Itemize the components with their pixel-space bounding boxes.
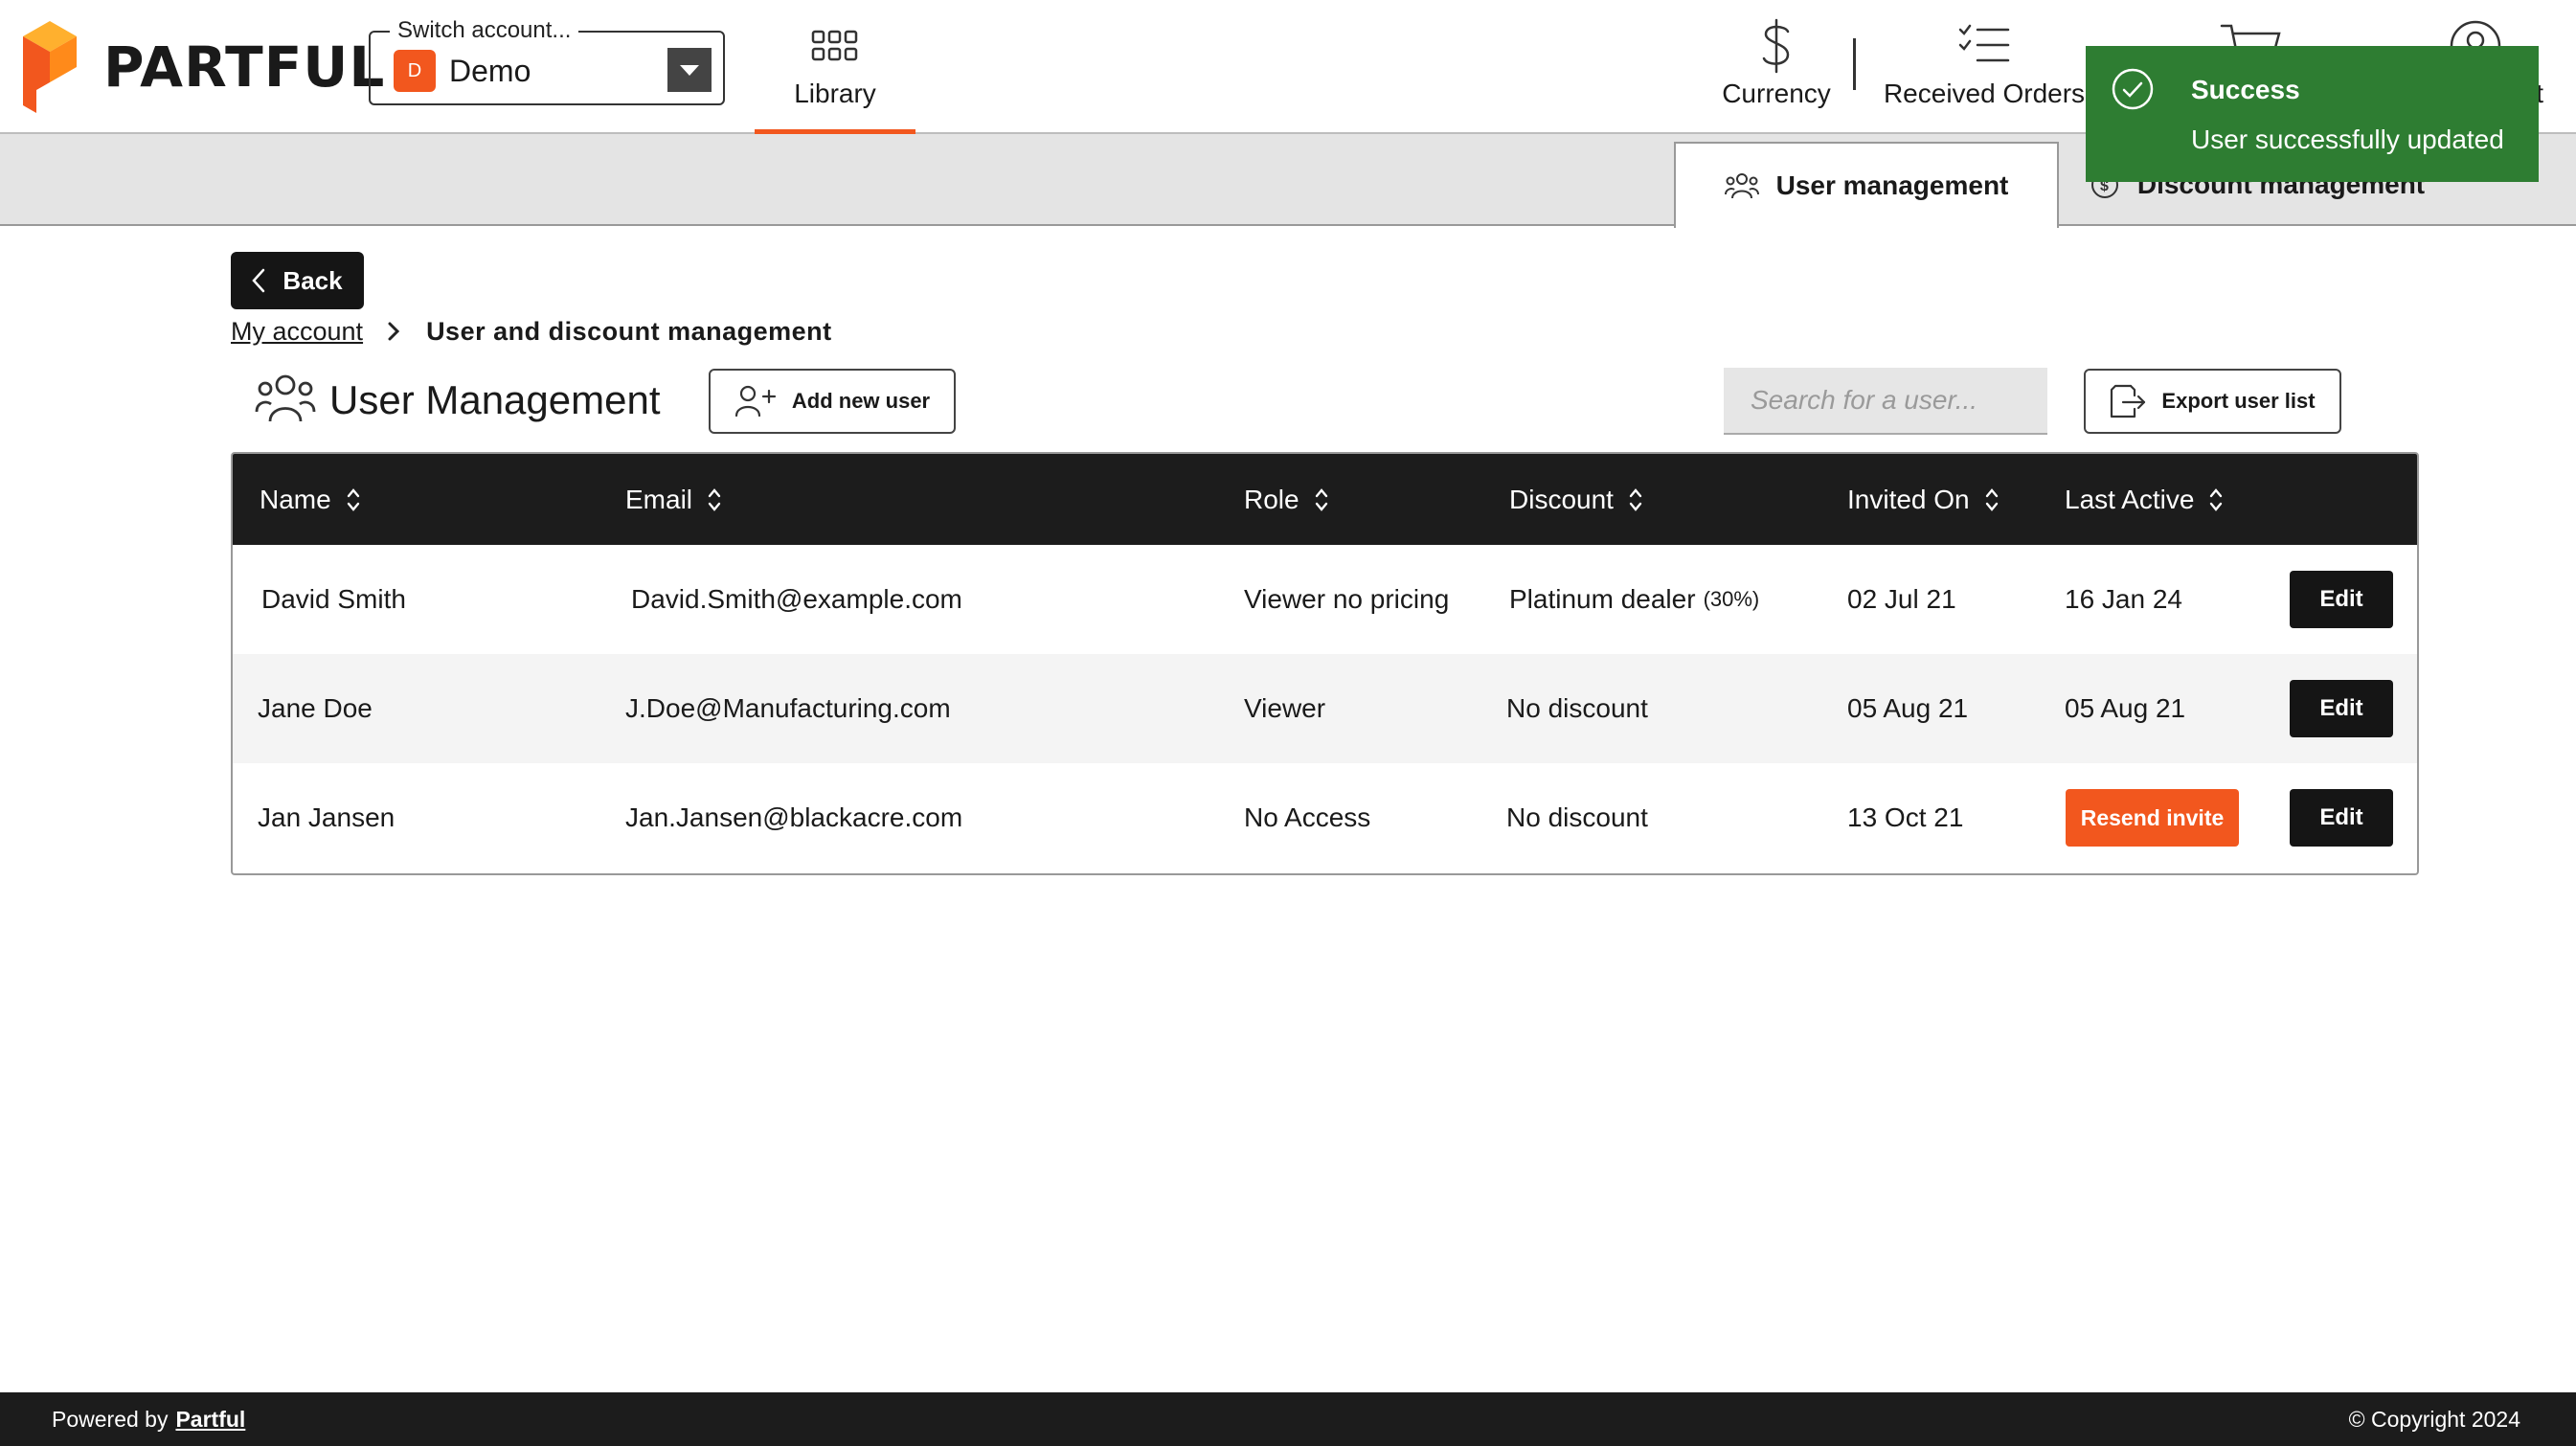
cell-name: Jane Doe: [258, 693, 373, 723]
sort-icon: [1985, 487, 1999, 512]
nav-received-orders[interactable]: Received Orders: [1879, 0, 2090, 134]
cell-discount: Platinum dealer (30%): [1509, 545, 1759, 654]
cell-name: David Smith: [261, 584, 406, 614]
table-header: Name Email Role Discount Invited On Last…: [233, 454, 2417, 545]
add-user-button[interactable]: Add new user: [709, 369, 956, 434]
export-user-list-button[interactable]: Export user list: [2084, 369, 2341, 434]
nav-currency[interactable]: Currency: [1714, 0, 1839, 134]
cell-last-active: 16 Jan 24: [2065, 584, 2182, 614]
chevron-right-icon: [388, 322, 400, 341]
tab-user-management[interactable]: User management: [1674, 142, 2059, 228]
column-header-label: Last Active: [2065, 484, 2195, 514]
powered-by-text: Powered by: [52, 1406, 169, 1432]
sort-icon: [1315, 487, 1328, 512]
cell-discount: No discount: [1506, 693, 1648, 723]
toast-message: User successfully updated: [2191, 124, 2504, 154]
partful-logo[interactable]: PARTFUL: [23, 21, 385, 113]
page-title: User Management: [329, 377, 661, 422]
resend-invite-button[interactable]: Resend invite: [2066, 789, 2239, 847]
column-header-label: Name: [260, 484, 331, 514]
column-header-last-active[interactable]: Last Active: [2065, 454, 2223, 545]
column-header-role[interactable]: Role: [1244, 454, 1328, 545]
back-button-label: Back: [282, 265, 343, 295]
partful-logo-icon: [23, 21, 77, 113]
column-header-name[interactable]: Name: [260, 454, 360, 545]
edit-button[interactable]: Edit: [2290, 571, 2393, 628]
success-toast[interactable]: Success User successfully updated: [2086, 46, 2539, 182]
column-header-label: Email: [625, 484, 693, 514]
chevron-left-icon: [252, 268, 265, 293]
copyright: © Copyright 2024: [2348, 1406, 2520, 1432]
nav-received-orders-label: Received Orders: [1883, 79, 2086, 108]
account-name: Demo: [449, 54, 531, 88]
account-badge: D: [394, 50, 436, 92]
check-circle-icon: [2111, 67, 2155, 116]
export-user-list-label: Export user list: [2161, 389, 2316, 413]
add-user-label: Add new user: [791, 389, 931, 413]
cell-role: Viewer: [1244, 693, 1326, 723]
edit-button[interactable]: Edit: [2290, 789, 2393, 847]
sort-icon: [347, 487, 360, 512]
nav-library-label: Library: [794, 79, 876, 108]
cell-invited-on: 05 Aug 21: [1847, 693, 1969, 723]
column-header-email[interactable]: Email: [625, 454, 721, 545]
users-icon: [255, 372, 316, 430]
cell-invited-on: 13 Oct 21: [1847, 802, 1964, 832]
edit-button[interactable]: Edit: [2290, 680, 2393, 737]
sort-icon: [1629, 487, 1642, 512]
nav-library[interactable]: Library: [755, 0, 915, 134]
sort-icon: [708, 487, 721, 512]
table-row: Jane Doe J.Doe@Manufacturing.com Viewer …: [233, 654, 2417, 763]
cell-name: Jan Jansen: [258, 802, 395, 832]
user-search-input[interactable]: [1724, 368, 2047, 435]
table-row: David Smith David.Smith@example.com View…: [233, 545, 2417, 654]
footer: Powered by Partful © Copyright 2024: [0, 1392, 2576, 1446]
footer-powered-by: Powered by Partful: [52, 1392, 245, 1446]
cell-email: J.Doe@Manufacturing.com: [625, 693, 951, 723]
cell-role: Viewer no pricing: [1244, 584, 1450, 614]
checklist-icon: [1958, 19, 2010, 73]
sort-icon: [2209, 487, 2223, 512]
column-header-label: Invited On: [1847, 484, 1970, 514]
account-switcher-legend: Switch account...: [390, 17, 579, 44]
dollar-icon: [1757, 18, 1796, 74]
column-header-label: Role: [1244, 484, 1299, 514]
column-header-discount[interactable]: Discount: [1509, 454, 1642, 545]
column-header-label: Discount: [1509, 484, 1614, 514]
table-row: Jan Jansen Jan.Jansen@blackacre.com No A…: [233, 763, 2417, 872]
user-table: Name Email Role Discount Invited On Last…: [231, 452, 2419, 875]
breadcrumb-my-account[interactable]: My account: [231, 317, 363, 347]
column-header-invited-on[interactable]: Invited On: [1847, 454, 1999, 545]
cell-last-active: 05 Aug 21: [2065, 693, 2186, 723]
users-icon: [1724, 171, 1759, 200]
add-user-icon: [734, 385, 777, 418]
back-button[interactable]: Back: [231, 252, 364, 309]
cell-invited-on: 02 Jul 21: [1847, 584, 1956, 614]
partful-link[interactable]: Partful: [175, 1407, 245, 1433]
cell-role: No Access: [1244, 802, 1371, 832]
discount-label: Platinum dealer: [1509, 584, 1696, 614]
cell-email: Jan.Jansen@blackacre.com: [625, 802, 963, 832]
export-icon: [2110, 384, 2146, 418]
toast-title: Success: [2191, 75, 2300, 104]
cell-email: David.Smith@example.com: [631, 584, 962, 614]
account-switcher[interactable]: Switch account... D Demo: [369, 17, 725, 105]
grid-icon: [811, 19, 859, 73]
breadcrumb: My account User and discount management: [231, 312, 832, 350]
nav-currency-label: Currency: [1722, 79, 1831, 108]
brand-name: PARTFUL: [103, 34, 386, 100]
discount-percent: (30%): [1703, 587, 1760, 611]
chevron-down-icon[interactable]: [667, 48, 712, 92]
breadcrumb-current: User and discount management: [426, 316, 832, 346]
nav-divider: [1853, 38, 1856, 90]
cell-discount: No discount: [1506, 802, 1648, 832]
tab-user-management-label: User management: [1775, 170, 2009, 200]
page-header: User Management: [255, 369, 661, 432]
